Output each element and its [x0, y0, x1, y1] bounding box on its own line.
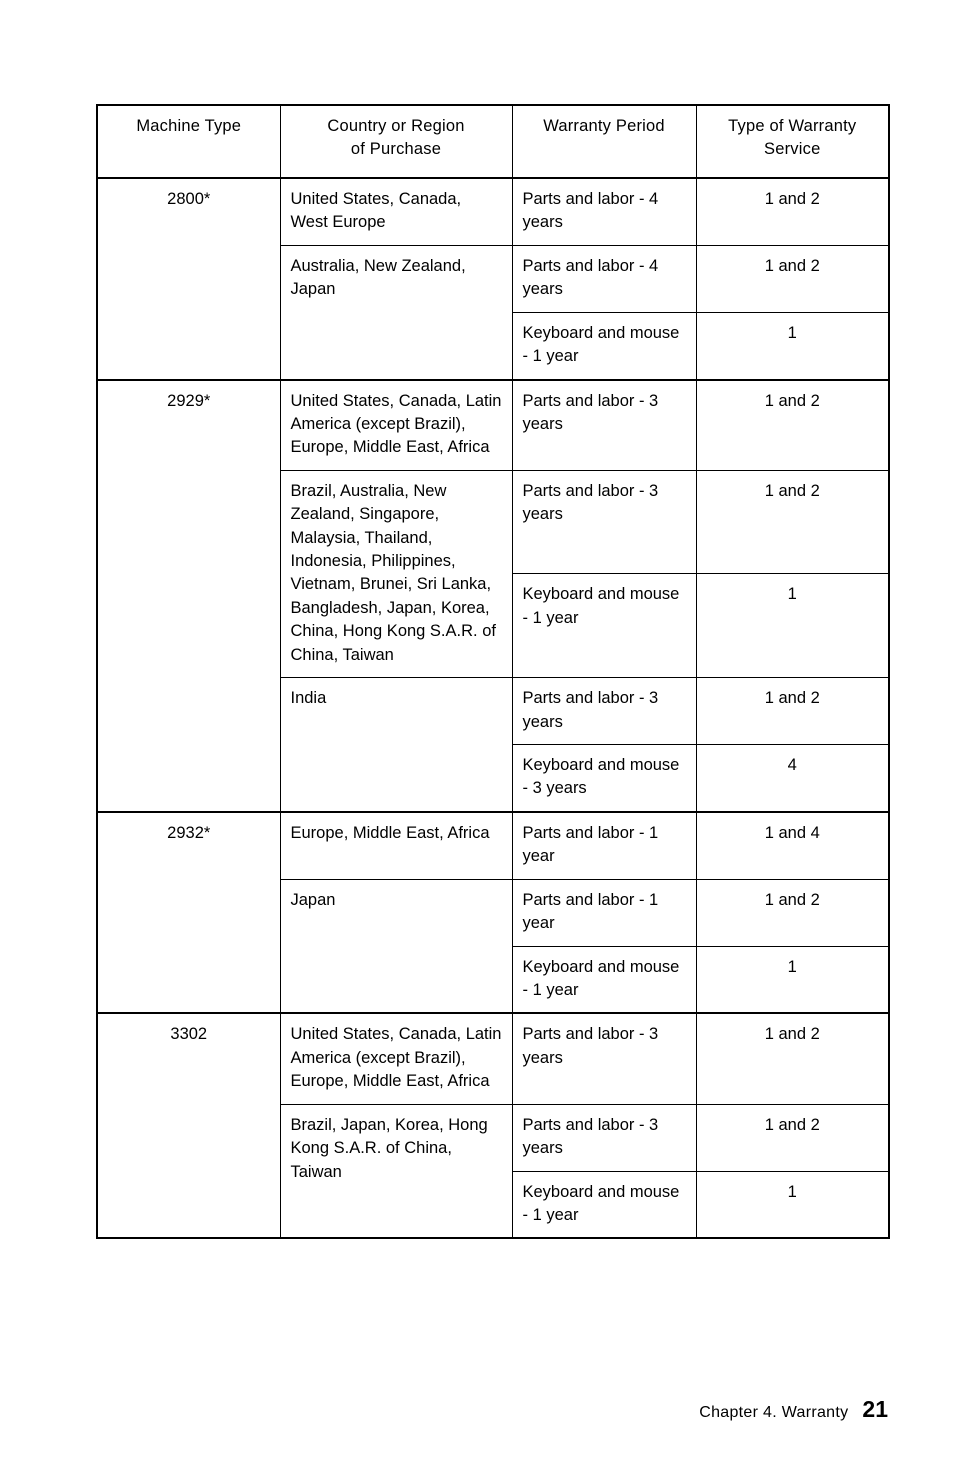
- cell-type-of-warranty-service: 1 and 2: [695, 378, 890, 471]
- table-header: Machine Type Country or Region of Purcha…: [96, 104, 890, 179]
- column-header-machine-type: Machine Type: [96, 104, 281, 179]
- cell-warranty-period: Parts and labor - 3 years: [511, 1103, 697, 1172]
- cell-machine-type: 2800*: [96, 177, 281, 381]
- cell-type-of-warranty-service: 1 and 2: [695, 244, 890, 313]
- cell-country-or-region: Japan: [279, 878, 513, 1014]
- cell-country-or-region: United States, Canada, Latin America (ex…: [279, 378, 513, 471]
- cell-warranty-period: Parts and labor - 4 years: [511, 176, 697, 246]
- cell-type-of-warranty-service: 1 and 2: [695, 469, 890, 575]
- cell-type-of-warranty-service: 1: [695, 311, 890, 381]
- cell-warranty-period: Keyboard and mouse - 1 year: [511, 573, 697, 679]
- cell-country-or-region: Brazil, Japan, Korea, Hong Kong S.A.R. o…: [279, 1103, 513, 1239]
- table-header-row: Machine Type Country or Region of Purcha…: [96, 104, 890, 179]
- cell-warranty-period: Parts and labor - 1 year: [511, 810, 697, 880]
- cell-type-of-warranty-service: 1: [695, 573, 890, 679]
- cell-warranty-period: Parts and labor - 3 years: [511, 469, 697, 575]
- cell-warranty-period: Parts and labor - 3 years: [511, 1012, 697, 1105]
- document-page: Machine Type Country or Region of Purcha…: [0, 0, 954, 1475]
- cell-warranty-period: Parts and labor - 3 years: [511, 677, 697, 746]
- cell-type-of-warranty-service: 1 and 2: [695, 1012, 890, 1105]
- cell-machine-type: 2929*: [96, 378, 281, 813]
- cell-warranty-period: Keyboard and mouse - 1 year: [511, 1170, 697, 1240]
- cell-country-or-region: Brazil, Australia, New Zealand, Singapor…: [279, 469, 513, 679]
- column-header-type-of-warranty-service: Type of Warranty Service: [695, 104, 890, 179]
- footer-page-number: 21: [862, 1396, 888, 1422]
- column-header-warranty-period: Warranty Period: [511, 104, 697, 179]
- cell-type-of-warranty-service: 1 and 2: [695, 176, 890, 246]
- cell-type-of-warranty-service: 1: [695, 945, 890, 1014]
- table-row: 2932* Europe, Middle East, Africa Parts an…: [96, 810, 890, 1014]
- column-header-service-line2: Service: [764, 140, 821, 159]
- warranty-table: Machine Type Country or Region of Purcha…: [96, 104, 890, 1240]
- cell-machine-type: 3302: [96, 1012, 281, 1239]
- cell-type-of-warranty-service: 1: [695, 1170, 890, 1240]
- cell-warranty-period: Keyboard and mouse - 1 year: [511, 945, 697, 1014]
- cell-type-of-warranty-service: 1 and 2: [695, 677, 890, 746]
- column-header-machine-type-label: Machine Type: [136, 117, 242, 135]
- column-header-warranty-period-label: Warranty Period: [543, 117, 665, 135]
- cell-country-or-region: Australia, New Zealand, Japan: [279, 244, 513, 381]
- cell-warranty-period: Parts and labor - 1 year: [511, 878, 697, 947]
- column-header-country-line1: Country or Region: [327, 117, 465, 135]
- cell-warranty-period: Keyboard and mouse - 3 years: [511, 744, 697, 813]
- column-header-service-line1: Type of Warranty: [728, 117, 857, 135]
- cell-country-or-region: Europe, Middle East, Africa: [279, 810, 513, 880]
- column-header-country-or-region: Country or Region of Purchase: [279, 104, 513, 179]
- footer-chapter-label: Chapter 4. Warranty: [699, 1404, 849, 1421]
- table-row: 3302 United States, Canada, Latin America…: [96, 1012, 890, 1239]
- cell-type-of-warranty-service: 4: [695, 744, 890, 813]
- cell-machine-type: 2932*: [96, 810, 281, 1014]
- table-body: 2800* United States, Canada, West Europe P…: [96, 176, 890, 1240]
- cell-type-of-warranty-service: 1 and 2: [695, 1103, 890, 1172]
- cell-country-or-region: India: [279, 677, 513, 813]
- cell-type-of-warranty-service: 1 and 2: [695, 878, 890, 947]
- cell-country-or-region: United States, Canada, West Europe: [279, 176, 513, 246]
- cell-warranty-period: Parts and labor - 3 years: [511, 378, 697, 471]
- cell-type-of-warranty-service: 1 and 4: [695, 810, 890, 880]
- column-header-country-line2: of Purchase: [350, 140, 442, 159]
- page-footer: Chapter 4. Warranty 21: [699, 1396, 888, 1423]
- warranty-table-container: Machine Type Country or Region of Purcha…: [96, 104, 890, 1240]
- cell-warranty-period: Parts and labor - 4 years: [511, 244, 697, 313]
- table-row: 2929* United States, Canada, Latin Americ…: [96, 378, 890, 813]
- cell-warranty-period: Keyboard and mouse - 1 year: [511, 311, 697, 381]
- cell-country-or-region: United States, Canada, Latin America (ex…: [279, 1012, 513, 1105]
- table-row: 2800* United States, Canada, West Europe P…: [96, 176, 890, 381]
